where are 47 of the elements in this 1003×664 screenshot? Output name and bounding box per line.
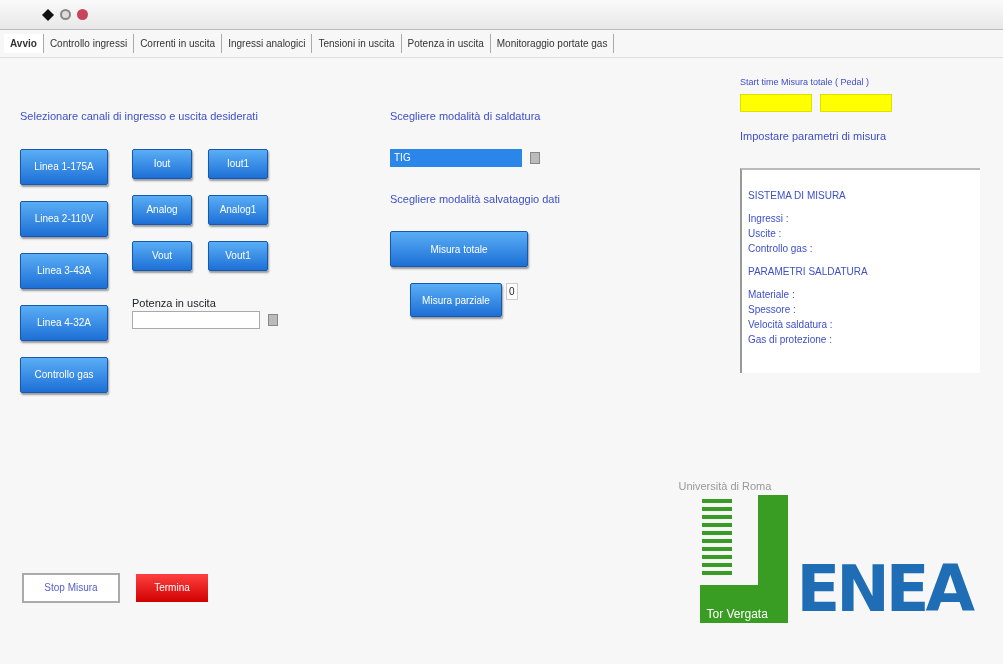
mode-dropdown[interactable]: TIG bbox=[390, 148, 522, 167]
time-field bbox=[740, 93, 812, 112]
channel-button[interactable]: Controllo gas bbox=[20, 356, 108, 393]
channel-button[interactable]: Linea 1-175A bbox=[20, 148, 108, 185]
tab[interactable]: Monitoraggio portate gas bbox=[490, 34, 615, 53]
quit-button[interactable]: Termina bbox=[136, 573, 208, 602]
summary-line: Controllo gas : bbox=[748, 242, 814, 256]
summary-line: Spessore : bbox=[748, 303, 797, 317]
tab[interactable]: Ingressi analogici bbox=[222, 34, 313, 53]
number-field[interactable] bbox=[132, 311, 260, 329]
stop-button[interactable]: Stop Misura bbox=[22, 572, 120, 603]
number-field: 0 bbox=[506, 283, 518, 300]
summary-line: Velocità saldatura : bbox=[748, 318, 834, 332]
tab[interactable]: Tensioni in uscita bbox=[312, 34, 402, 53]
run-icon[interactable] bbox=[42, 8, 54, 21]
field-label: Potenza in uscita bbox=[132, 295, 217, 311]
field-label: Start time Misura totale ( Pedal ) bbox=[740, 76, 871, 89]
partial-button[interactable]: Misura parziale bbox=[410, 283, 502, 317]
channel-button[interactable]: Analog bbox=[132, 194, 192, 225]
summary-line: Ingressi : bbox=[748, 212, 790, 226]
summary-line: Gas di protezione : bbox=[748, 333, 833, 347]
logo-text: Università di Roma bbox=[678, 479, 773, 494]
summary-title: PARAMETRI SALDATURA bbox=[748, 265, 869, 279]
record-icon[interactable] bbox=[60, 9, 71, 20]
channel-button[interactable]: Iout bbox=[132, 148, 192, 179]
stop-icon[interactable] bbox=[77, 9, 88, 20]
channel-button[interactable]: Linea 3-43A bbox=[20, 252, 108, 289]
summary-title: SISTEMA DI MISURA bbox=[748, 189, 847, 203]
time-field bbox=[820, 93, 892, 112]
tab[interactable]: Potenza in uscita bbox=[401, 34, 491, 53]
tab[interactable]: Avvio bbox=[4, 34, 44, 53]
channel-button[interactable]: Iout1 bbox=[208, 148, 268, 179]
summary-line: Materiale : bbox=[748, 288, 796, 302]
channel-button[interactable]: Vout bbox=[132, 240, 192, 271]
summary-line: Uscite : bbox=[748, 227, 783, 241]
channel-button[interactable]: Linea 4-32A bbox=[20, 304, 108, 341]
total-button[interactable]: Misura totale bbox=[390, 231, 528, 267]
channel-button[interactable]: Analog1 bbox=[208, 194, 268, 225]
enea-logo: ENEA bbox=[796, 556, 971, 621]
section-heading: Scegliere modalità salvataggio dati bbox=[390, 191, 561, 207]
channel-button[interactable]: Vout1 bbox=[208, 240, 268, 271]
tab[interactable]: Correnti in uscita bbox=[134, 34, 223, 53]
section-heading: Scegliere modalità di saldatura bbox=[390, 109, 542, 124]
channel-button[interactable]: Linea 2-110V bbox=[20, 200, 108, 237]
section-heading: Impostare parametri di misura bbox=[740, 128, 888, 144]
tab[interactable]: Controllo ingressi bbox=[43, 34, 135, 53]
section-heading: Selezionare canali di ingresso e uscita desiderati bbox=[20, 109, 259, 124]
